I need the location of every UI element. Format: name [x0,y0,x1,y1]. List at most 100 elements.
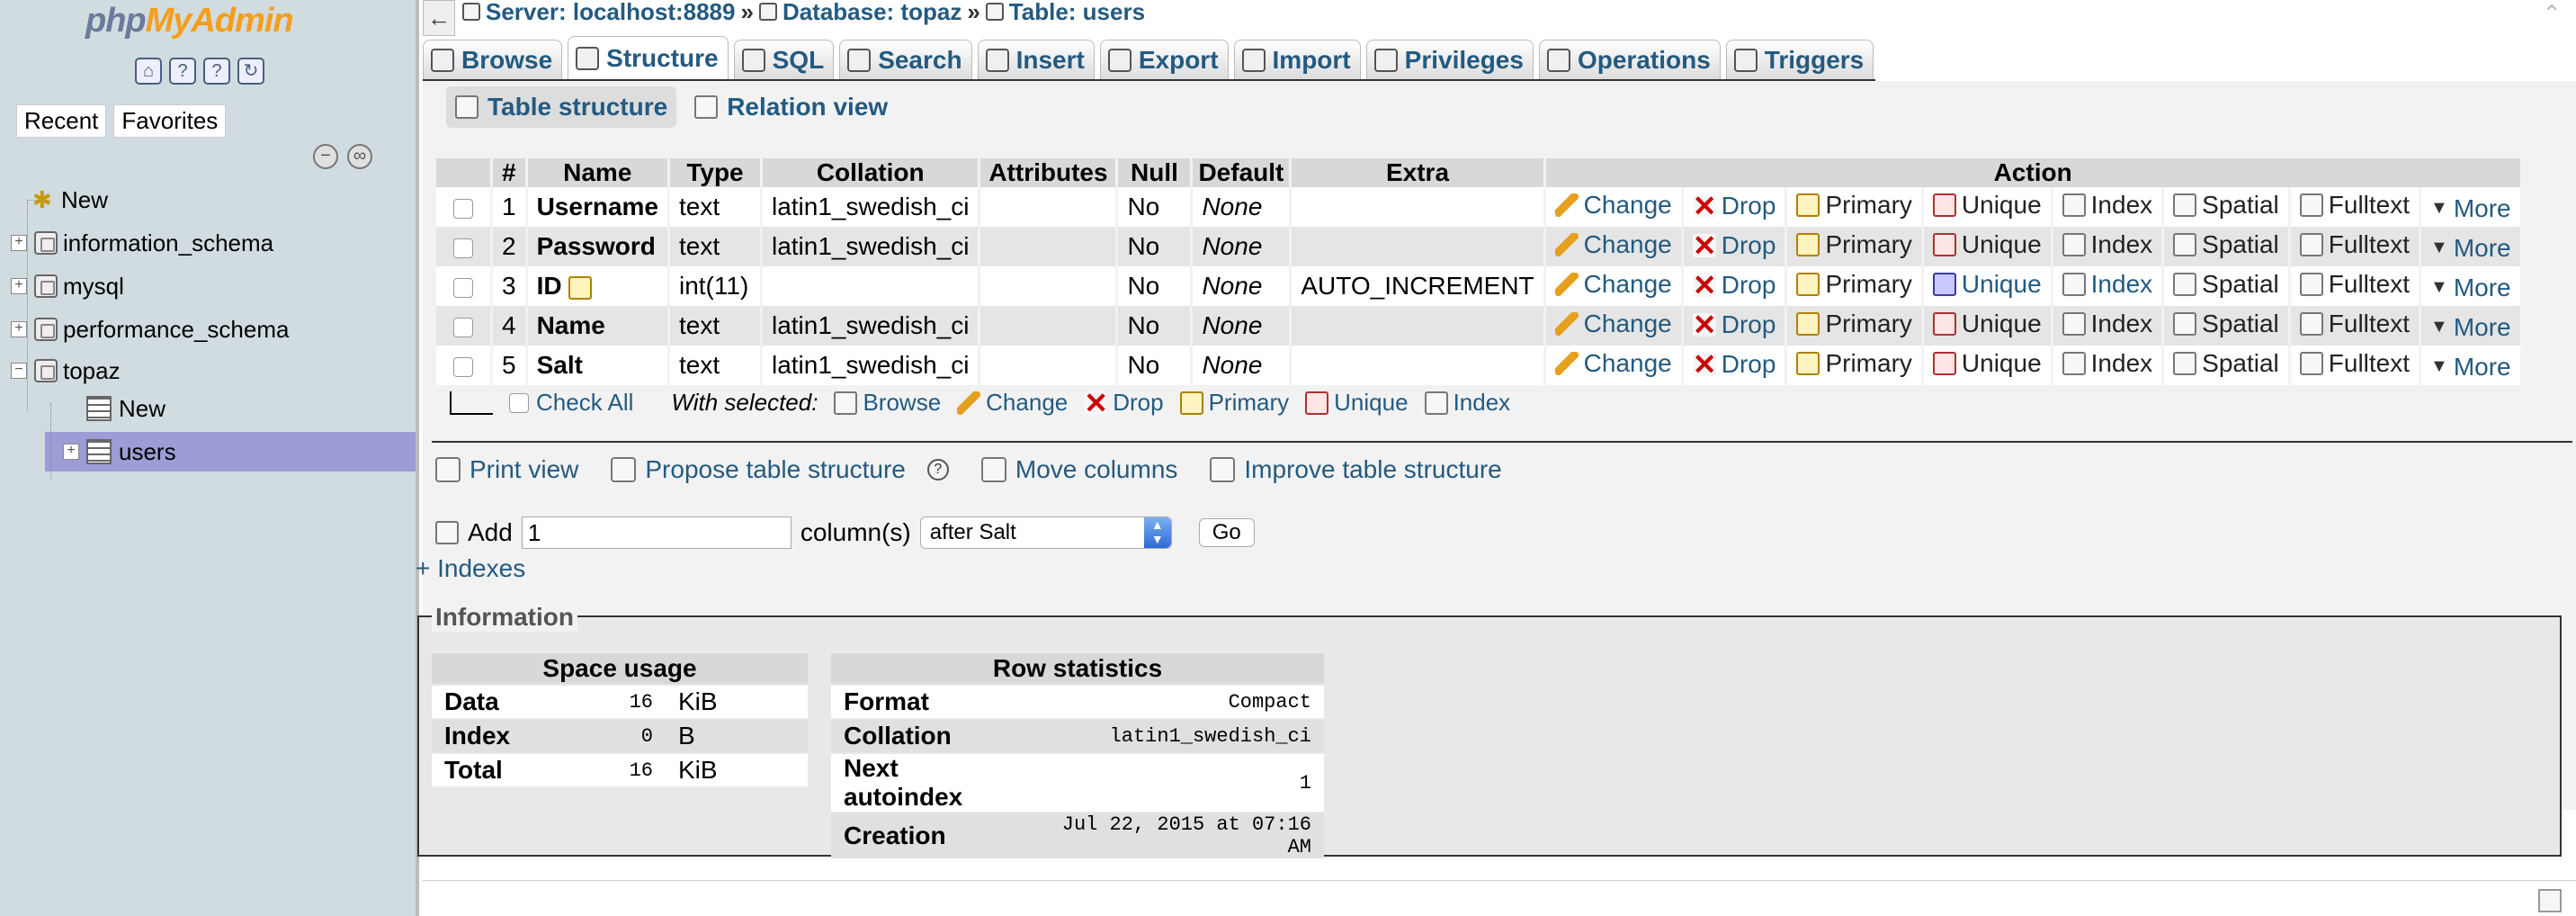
scroll-top-icon[interactable]: ⌃ [2542,0,2562,28]
row-checkbox[interactable] [453,198,473,219]
move-columns-link[interactable]: Move columns [980,455,1177,484]
unique-button[interactable]: Unique [1932,191,2042,220]
tab-search[interactable]: Search [839,40,972,79]
tab-triggers[interactable]: Triggers [1725,40,1874,79]
primary-button[interactable]: Primary [1796,230,1912,259]
tab-structure[interactable]: Structure [568,36,729,79]
drop-button[interactable]: ✕ Drop [1692,350,1775,379]
fulltext-button[interactable]: Fulltext [2299,191,2410,220]
index-button[interactable]: Index [2062,349,2152,378]
bulk-browse-button[interactable]: Browse [834,389,941,417]
subtab-table-structure[interactable]: Table structure [446,86,677,128]
action-label: Primary [1825,191,1912,219]
primary-button[interactable]: Primary [1796,349,1912,378]
more-button[interactable]: ▼ More [2430,313,2511,342]
change-button[interactable]: Change [1554,310,1672,338]
breadcrumb-table[interactable]: Table: users [1009,0,1145,26]
tree-item-users[interactable]: + users [63,432,176,471]
expand-icon[interactable]: + [63,444,79,460]
indexes-toggle-link[interactable]: + Indexes [416,554,525,583]
index-button[interactable]: Index [2062,270,2152,299]
tree-item-performance-schema[interactable]: + performance_schema [11,310,289,349]
tab-export[interactable]: Export [1099,40,1229,79]
expand-icon[interactable]: + [11,321,27,337]
more-button[interactable]: ▼ More [2430,194,2511,223]
documentation-icon[interactable]: ? [203,58,230,85]
link-with-main-icon[interactable]: ∞ [347,144,372,169]
check-all-checkbox[interactable] [509,392,529,413]
help-icon[interactable]: ? [926,459,949,480]
row-checkbox[interactable] [453,238,473,258]
index-button[interactable]: Index [2062,191,2152,220]
go-button[interactable]: Go [1198,518,1255,547]
row-checkbox[interactable] [453,277,473,298]
row-checkbox[interactable] [453,317,473,337]
bulk-change-button[interactable]: Change [957,389,1068,417]
index-button[interactable]: Index [2062,230,2152,259]
tab-browse[interactable]: Browse [423,40,563,79]
fulltext-button[interactable]: Fulltext [2299,230,2410,259]
unique-button[interactable]: Unique [1932,349,2042,378]
nav-tab-recent[interactable]: Recent [16,104,107,138]
add-columns-count-input[interactable] [521,516,792,549]
drop-button[interactable]: ✕ Drop [1692,310,1775,339]
index-button[interactable]: Index [2062,310,2152,338]
row-checkbox[interactable] [453,356,473,377]
tree-item-information-schema[interactable]: + information_schema [11,223,274,263]
propose-table-structure-link[interactable]: Propose table structure? [611,455,949,484]
change-button[interactable]: Change [1554,349,1672,378]
header-collation: Collation [762,158,979,187]
fulltext-button[interactable]: Fulltext [2299,310,2410,338]
back-arrow-icon[interactable]: ← [423,0,455,36]
tree-item-label: information_schema [63,229,274,256]
tab-sql[interactable]: SQL [733,40,835,79]
spatial-icon [2173,233,2197,256]
breadcrumb-server[interactable]: Server: localhost:8889 [486,0,735,26]
home-icon[interactable]: ⌂ [135,58,162,85]
tree-item-mysql[interactable]: + mysql [11,266,124,306]
more-button[interactable]: ▼ More [2430,234,2511,263]
print-view-link[interactable]: Print view [435,455,578,484]
tree-item-topaz[interactable]: − topaz [11,351,121,391]
collapse-icon[interactable]: − [11,363,27,379]
bulk-drop-button[interactable]: ✕ Drop [1084,389,1164,418]
collapse-all-icon[interactable]: − [313,144,338,169]
drop-button[interactable]: ✕ Drop [1692,231,1775,260]
subtab-relation-view[interactable]: Relation view [685,86,897,128]
change-button[interactable]: Change [1554,230,1672,259]
unique-button[interactable]: Unique [1932,310,2042,338]
tab-operations[interactable]: Operations [1538,40,1721,79]
reload-icon[interactable]: ↻ [237,58,264,85]
console-icon[interactable] [2538,889,2562,912]
phpmyadmin-logo[interactable]: phpMyAdmin [85,2,294,40]
bulk-index-button[interactable]: Index [1424,389,1510,417]
query-window-icon[interactable]: ? [169,58,196,85]
tab-privileges[interactable]: Privileges [1365,40,1534,79]
drop-button[interactable]: ✕ Drop [1692,192,1775,220]
bulk-primary-button[interactable]: Primary [1179,389,1289,417]
drop-button[interactable]: ✕ Drop [1692,271,1775,300]
primary-button[interactable]: Primary [1796,191,1912,220]
improve-table-structure-link[interactable]: Improve table structure [1210,455,1502,484]
tree-item-new-database[interactable]: ✱ New [32,180,108,220]
fulltext-button[interactable]: Fulltext [2299,349,2410,378]
tab-insert[interactable]: Insert [977,40,1095,79]
pencil-icon [1554,352,1579,375]
expand-icon[interactable]: + [11,278,27,294]
nav-tab-favorites[interactable]: Favorites [113,104,227,138]
check-all-link[interactable]: Check All [536,389,633,417]
column-position-select[interactable]: after Salt ▲ ▼ [919,516,1172,549]
breadcrumb-database[interactable]: Database: topaz [783,0,962,26]
row-checkbox-cell [436,346,490,385]
more-button[interactable]: ▼ More [2430,274,2511,302]
tree-item-new-table[interactable]: New [86,389,165,428]
tab-import[interactable]: Import [1233,40,1361,79]
expand-icon[interactable]: + [11,235,27,251]
change-button[interactable]: Change [1554,191,1672,220]
change-button[interactable]: Change [1554,270,1672,299]
bulk-unique-button[interactable]: Unique [1305,389,1409,417]
primary-button[interactable]: Primary [1796,310,1912,338]
more-button[interactable]: ▼ More [2430,353,2511,382]
unique-button[interactable]: Unique [1932,230,2042,259]
unique-button[interactable]: Unique [1932,270,2042,299]
